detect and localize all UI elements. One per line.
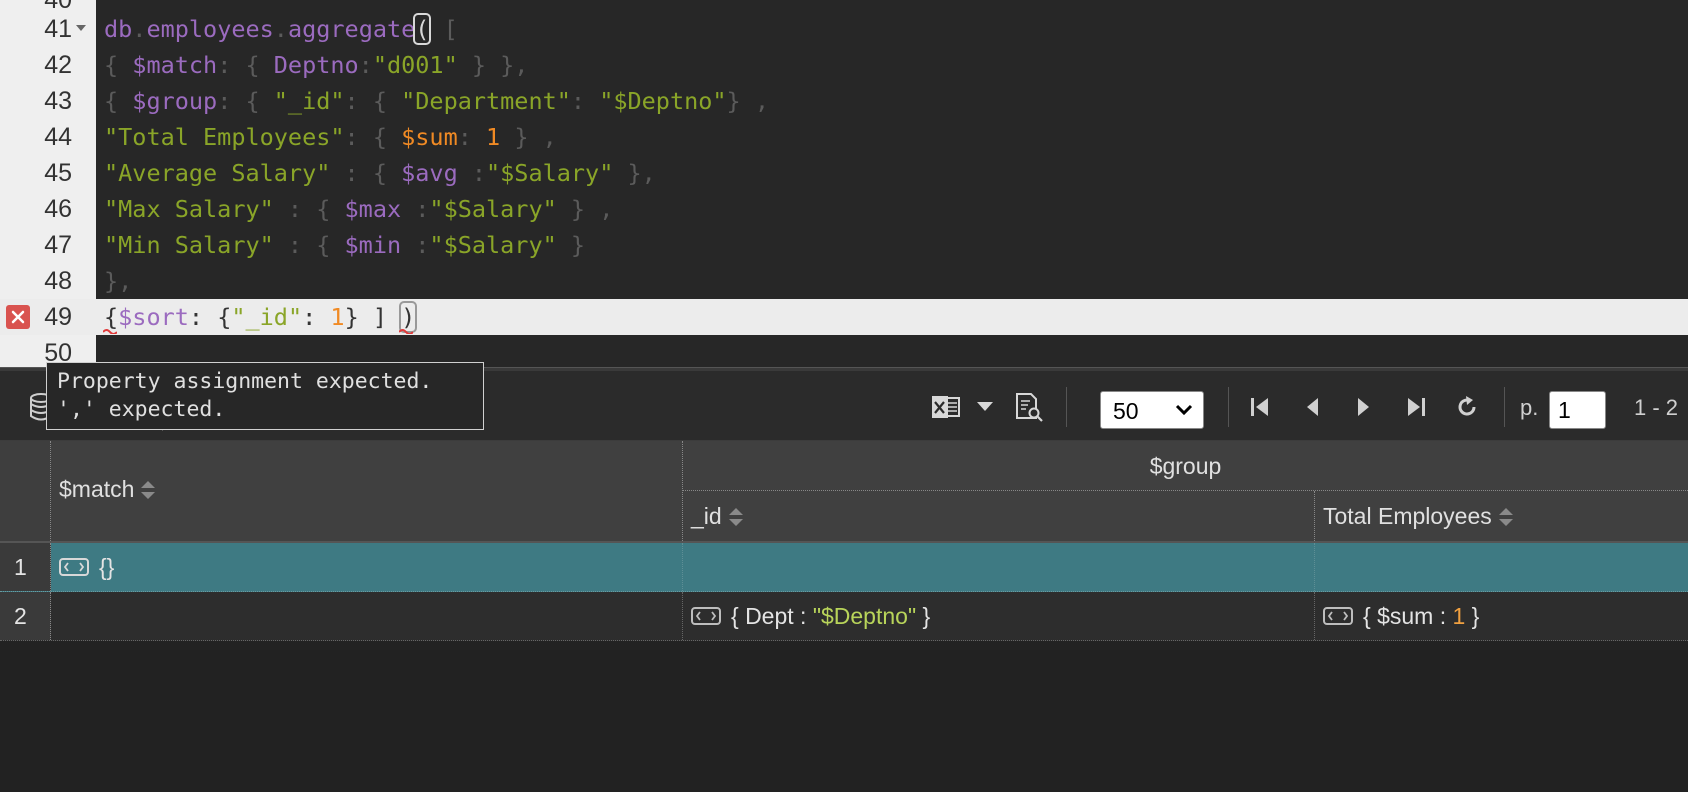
- error-squiggle: [103, 329, 117, 334]
- column-header-id[interactable]: _id: [683, 491, 1315, 541]
- object-icon: [59, 558, 89, 576]
- first-page-icon[interactable]: [1248, 393, 1272, 421]
- refresh-icon[interactable]: [1454, 393, 1480, 421]
- code-line-41: 41 db.employees.aggregate( [: [0, 11, 1688, 47]
- excel-export-icon[interactable]: [930, 393, 962, 421]
- sort-icon[interactable]: [1498, 506, 1514, 528]
- document-search-icon[interactable]: [1014, 393, 1044, 422]
- cell-match[interactable]: {}: [51, 543, 683, 591]
- cell-match[interactable]: [51, 592, 683, 640]
- line-number: 41: [44, 15, 72, 43]
- matched-bracket: (: [413, 13, 432, 45]
- code-line-44: 44 "Total Employees": { $sum: 1 } ,: [0, 119, 1688, 155]
- page-number-input[interactable]: [1549, 391, 1606, 429]
- line-number: 48: [44, 267, 72, 295]
- line-number: 44: [44, 123, 72, 151]
- code-line-47: 47 "Min Salary" : { $min :"$Salary" }: [0, 227, 1688, 263]
- dropdown-caret-icon[interactable]: [976, 393, 994, 421]
- line-number: 43: [44, 87, 72, 115]
- line-number: 47: [44, 231, 72, 259]
- page-size-select[interactable]: 50: [1100, 391, 1204, 429]
- row-number: 1: [0, 543, 51, 591]
- fold-arrow-icon[interactable]: [76, 25, 86, 31]
- code-editor[interactable]: 40 41 db.employees.aggregate( [ 42 { $ma…: [0, 0, 1688, 367]
- chevron-down-icon: [1175, 404, 1193, 416]
- last-page-icon[interactable]: [1404, 393, 1428, 421]
- row-number: 2: [0, 592, 51, 640]
- cell-id[interactable]: [683, 543, 1315, 591]
- error-squiggle: [399, 329, 413, 334]
- table-row[interactable]: 2 { Dept : "$Deptno" } { $sum : 1 }: [0, 592, 1688, 641]
- matched-bracket: ): [399, 301, 418, 333]
- code-line-48: 48 },: [0, 263, 1688, 299]
- code-line-43: 43 { $group: { "_id": { "Department": "$…: [0, 83, 1688, 119]
- code-line-49-active[interactable]: 49 {$sort: {"_id": 1} ] ): [0, 299, 1688, 335]
- cell-total-employees[interactable]: { $sum : 1 }: [1315, 592, 1688, 640]
- sort-icon[interactable]: [140, 479, 156, 501]
- tooltip-line-1: Property assignment expected.: [57, 369, 433, 394]
- prev-page-icon[interactable]: [1302, 393, 1322, 421]
- page-label: p.: [1520, 395, 1539, 420]
- next-page-icon[interactable]: [1354, 393, 1374, 421]
- record-range: 1 - 2: [1634, 395, 1679, 420]
- error-tooltip: Property assignment expected. ',' expect…: [46, 362, 484, 430]
- object-icon: [1323, 607, 1353, 625]
- column-group-header: $group: [683, 441, 1688, 491]
- cell-id[interactable]: { Dept : "$Deptno" }: [683, 592, 1315, 640]
- code-line-46: 46 "Max Salary" : { $max :"$Salary" } ,: [0, 191, 1688, 227]
- code-line-42: 42 { $match: { Deptno:"d001" } },: [0, 47, 1688, 83]
- grid-corner: [0, 441, 51, 541]
- sort-icon[interactable]: [728, 506, 744, 528]
- line-number: 45: [44, 159, 72, 187]
- column-header-match[interactable]: $match: [51, 441, 683, 541]
- line-number: 46: [44, 195, 72, 223]
- table-row[interactable]: 1 {}: [0, 543, 1688, 592]
- tooltip-line-2: ',' expected.: [57, 397, 226, 422]
- results-grid: $match $group _id Total Employees 1 {} 2: [0, 441, 1688, 792]
- line-number: 49: [44, 303, 72, 331]
- object-icon: [691, 607, 721, 625]
- column-header-total-employees[interactable]: Total Employees: [1315, 491, 1688, 541]
- line-number: 42: [44, 51, 72, 79]
- code-line-45: 45 "Average Salary" : { $avg :"$Salary" …: [0, 155, 1688, 191]
- cell-total-employees[interactable]: [1315, 543, 1688, 591]
